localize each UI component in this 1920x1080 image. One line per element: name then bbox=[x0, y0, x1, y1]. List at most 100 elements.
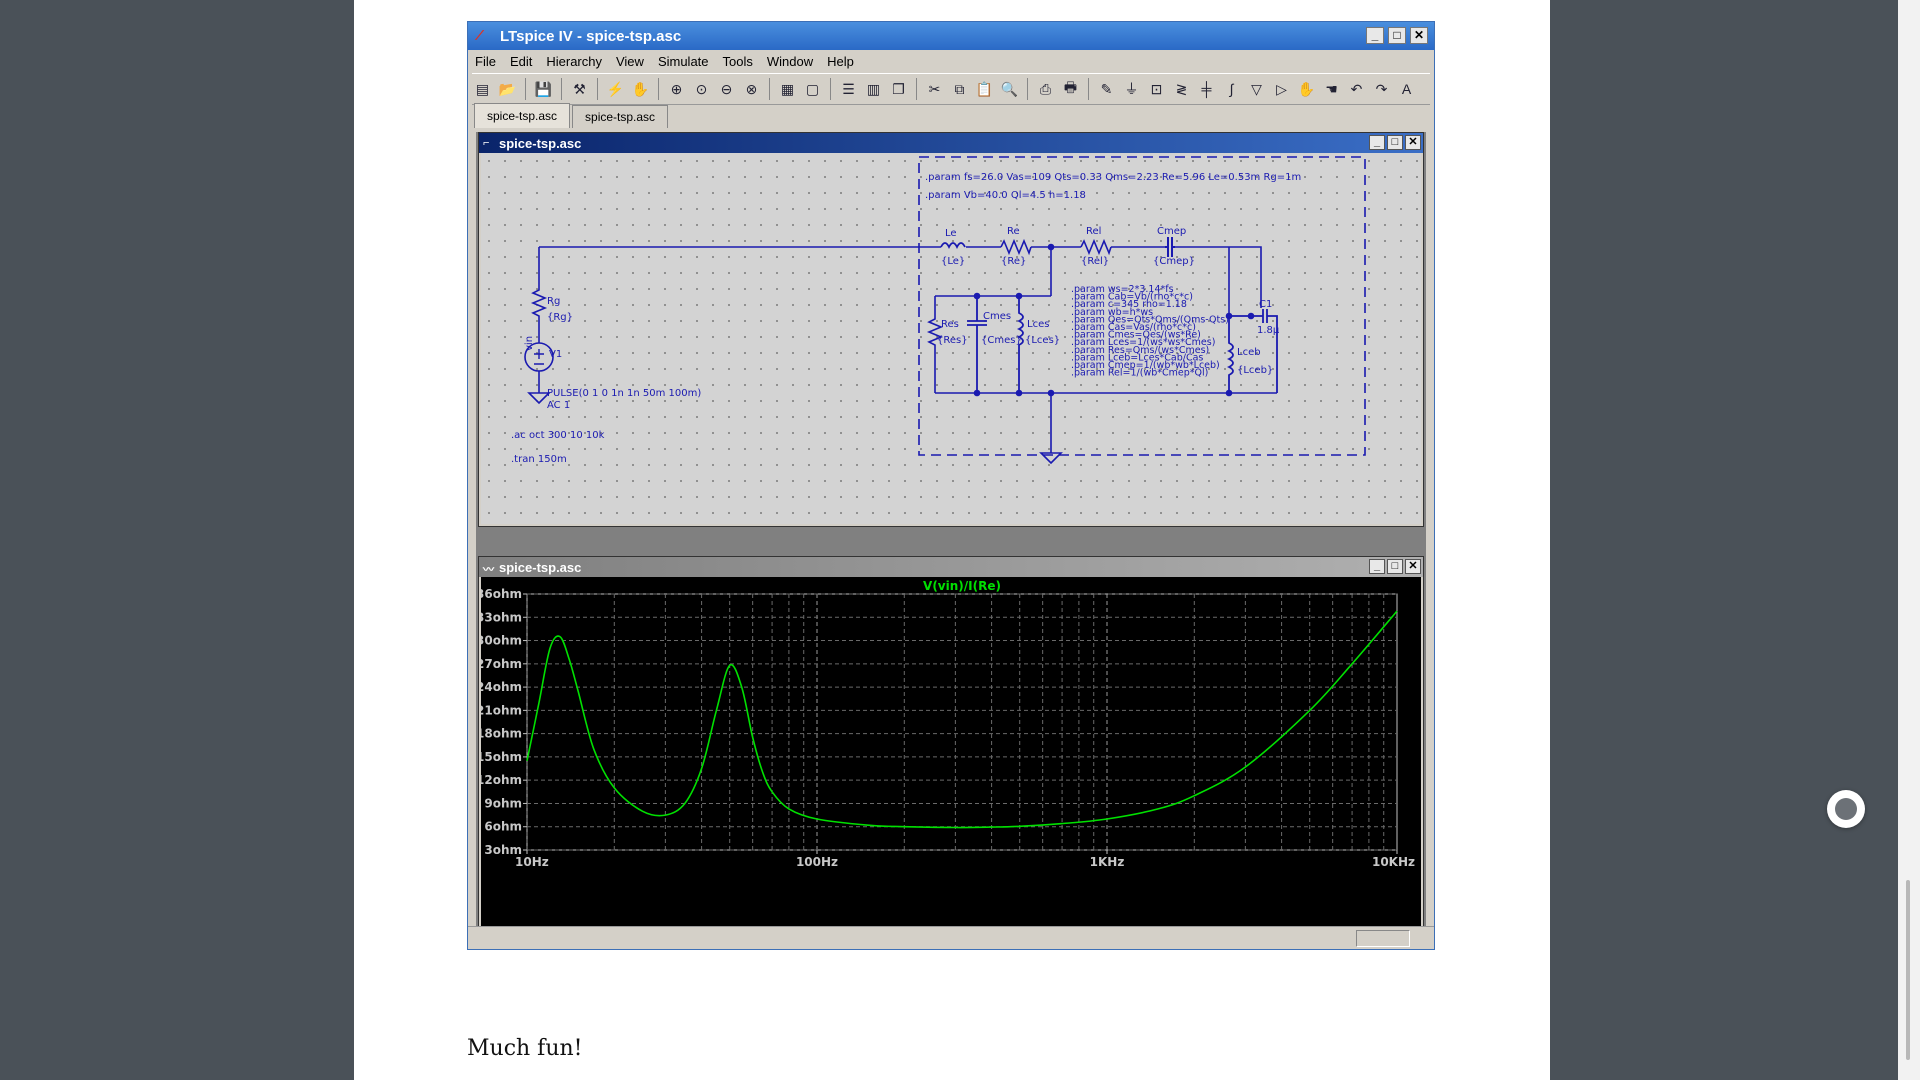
title-bar[interactable]: ⁄ LTspice IV - spice-tsp.asc _ □ ✕ bbox=[468, 22, 1434, 50]
menu-hierarchy[interactable]: Hierarchy bbox=[539, 54, 609, 69]
menu-file[interactable]: File bbox=[468, 54, 503, 69]
cmes-label: Cmes bbox=[983, 311, 1011, 322]
find-icon[interactable]: 🔍 bbox=[999, 79, 1020, 100]
param-line-2: .param Vb=40.0 Ql=4.5 h=1.18 bbox=[925, 190, 1086, 201]
junction-node bbox=[1015, 389, 1023, 397]
text-icon[interactable]: A bbox=[1396, 79, 1417, 100]
menu-simulate[interactable]: Simulate bbox=[651, 54, 716, 69]
y-tick-label: 21ohm bbox=[481, 703, 522, 717]
re-resistor bbox=[1000, 238, 1032, 256]
schematic-title-bar[interactable]: ⌐ spice-tsp.asc _ □ ✕ bbox=[479, 133, 1423, 153]
wire-icon[interactable]: ✎ bbox=[1096, 79, 1117, 100]
cut-icon[interactable]: ✂ bbox=[924, 79, 945, 100]
new-schematic-icon[interactable]: ▤ bbox=[472, 79, 493, 100]
browser-scrollbar[interactable] bbox=[1898, 0, 1920, 1080]
lceb-inductor bbox=[1226, 316, 1234, 393]
scrollbar-thumb[interactable] bbox=[1906, 880, 1910, 1060]
menu-bar: File Edit Hierarchy View Simulate Tools … bbox=[468, 50, 1434, 72]
paste-icon[interactable]: 📋 bbox=[974, 79, 995, 100]
res-label: Res bbox=[941, 319, 959, 330]
save-icon[interactable]: 💾 bbox=[533, 79, 554, 100]
impedance-trace bbox=[526, 610, 1398, 829]
schematic-window: ⌐ spice-tsp.asc _ □ ✕ .param fs=26.0 Vas… bbox=[478, 132, 1424, 527]
zoom-out-icon[interactable]: ⊖ bbox=[716, 79, 737, 100]
menu-help[interactable]: Help bbox=[820, 54, 861, 69]
menu-edit[interactable]: Edit bbox=[503, 54, 539, 69]
redo-icon[interactable]: ↷ bbox=[1371, 79, 1392, 100]
waveform-maximize-button[interactable]: □ bbox=[1387, 559, 1403, 574]
schematic-minimize-button[interactable]: _ bbox=[1369, 135, 1385, 150]
ground-icon[interactable]: ⏚ bbox=[1121, 79, 1142, 100]
evernote-clipper-icon[interactable] bbox=[1827, 790, 1865, 828]
close-button[interactable]: ✕ bbox=[1410, 27, 1428, 44]
pan-icon[interactable]: ⊙ bbox=[691, 79, 712, 100]
schematic-window-title: spice-tsp.asc bbox=[499, 135, 582, 151]
rel-label: Rel bbox=[1086, 226, 1101, 237]
inductor-icon[interactable]: ∫ bbox=[1221, 79, 1242, 100]
junction-node bbox=[1247, 312, 1255, 320]
c1-label: C1 bbox=[1259, 299, 1272, 310]
lces-label: Lces bbox=[1027, 319, 1049, 330]
trace-label[interactable]: V(vin)/I(Re) bbox=[923, 579, 1001, 593]
drag-icon[interactable]: ☚ bbox=[1321, 79, 1342, 100]
schematic-maximize-button[interactable]: □ bbox=[1387, 135, 1403, 150]
v1-ac-value: AC 1 bbox=[547, 400, 570, 411]
tile-horizontal-icon[interactable]: ☰ bbox=[838, 79, 859, 100]
print-preview-icon[interactable]: ⎙ bbox=[1035, 79, 1056, 100]
waveform-minimize-button[interactable]: _ bbox=[1369, 559, 1385, 574]
resistor-icon[interactable]: ≷ bbox=[1171, 79, 1192, 100]
plot-settings-icon[interactable]: ▢ bbox=[802, 79, 823, 100]
waveform-plot[interactable]: 36ohm 33ohm 30ohm 27ohm 24ohm 21ohm 18ohm 15ohm… bbox=[481, 577, 1421, 936]
schematic-canvas[interactable]: .param fs=26.0 Vas=109 Qts=0.33 Qms=2.23… bbox=[481, 153, 1421, 524]
ac-directive[interactable]: .ac oct 300 10 10k bbox=[511, 430, 605, 441]
capacitor-icon[interactable]: ╪ bbox=[1196, 79, 1217, 100]
waveform-close-button[interactable]: ✕ bbox=[1405, 559, 1421, 574]
open-icon[interactable]: 📂 bbox=[497, 79, 518, 100]
move-icon[interactable]: ✋ bbox=[1296, 79, 1317, 100]
schematic-close-button[interactable]: ✕ bbox=[1405, 135, 1421, 150]
toolbar: ▤ 📂 💾 ⚒ ⚡ ✋ ⊕ ⊙ ⊖ ⊗ ▦ ▢ ☰ ▥ ❐ ✂ ⧉ 📋 🔍 ⎙ … bbox=[472, 73, 1430, 105]
lceb-label: Lceb bbox=[1237, 347, 1261, 358]
halt-icon[interactable]: ✋ bbox=[630, 79, 651, 100]
diode-icon[interactable]: ▽ bbox=[1246, 79, 1267, 100]
re-label: Re bbox=[1007, 226, 1020, 237]
cascade-icon[interactable]: ❐ bbox=[888, 79, 909, 100]
param-block[interactable]: .param ws=2*3.14*fs.param Cab=Vb/(rho*c*… bbox=[1071, 284, 1229, 379]
y-tick-label: 9ohm bbox=[484, 796, 522, 810]
menu-window[interactable]: Window bbox=[760, 54, 820, 69]
x-tick-label: 100Hz bbox=[796, 855, 838, 869]
undo-icon[interactable]: ↶ bbox=[1346, 79, 1367, 100]
impedance-chart[interactable]: 36ohm 33ohm 30ohm 27ohm 24ohm 21ohm 18ohm 15ohm… bbox=[481, 577, 1421, 936]
tile-vertical-icon[interactable]: ▥ bbox=[863, 79, 884, 100]
res-value: {Res} bbox=[937, 335, 968, 346]
param-line-1: .param fs=26.0 Vas=109 Qts=0.33 Qms=2.23… bbox=[925, 172, 1301, 183]
zoom-in-icon[interactable]: ⊕ bbox=[666, 79, 687, 100]
menu-view[interactable]: View bbox=[609, 54, 651, 69]
tab-waveform[interactable]: spice-tsp.asc bbox=[572, 105, 669, 128]
control-panel-icon[interactable]: ⚒ bbox=[569, 79, 590, 100]
minimize-button[interactable]: _ bbox=[1366, 27, 1384, 44]
waveform-title-bar[interactable]: 〰 spice-tsp.asc _ □ ✕ bbox=[479, 557, 1423, 577]
component-icon[interactable]: ▷ bbox=[1271, 79, 1292, 100]
maximize-button[interactable]: □ bbox=[1388, 27, 1406, 44]
menu-tools[interactable]: Tools bbox=[716, 54, 760, 69]
label-net-icon[interactable]: ⊡ bbox=[1146, 79, 1167, 100]
y-tick-label: 12ohm bbox=[481, 773, 522, 787]
cmep-label: Cmep bbox=[1157, 226, 1186, 237]
x-tick-label: 10KHz bbox=[1372, 855, 1415, 869]
v1-pulse-value: PULSE(0 1 0 1n 1n 50m 100m) bbox=[547, 388, 701, 399]
tran-directive[interactable]: .tran 150m bbox=[511, 454, 567, 465]
rel-resistor bbox=[1080, 238, 1112, 256]
cmes-value: {Cmes} bbox=[981, 335, 1022, 346]
status-bar bbox=[468, 926, 1434, 949]
run-icon[interactable]: ⚡ bbox=[605, 79, 626, 100]
zoom-fit-icon[interactable]: ⊗ bbox=[741, 79, 762, 100]
print-icon[interactable]: 🖶 bbox=[1060, 79, 1081, 100]
mdi-area: ⌐ spice-tsp.asc _ □ ✕ .param fs=26.0 Vas… bbox=[476, 132, 1426, 939]
copy-icon[interactable]: ⧉ bbox=[949, 79, 970, 100]
vin-net-label: vin bbox=[524, 336, 535, 351]
y-tick-label: 6ohm bbox=[484, 820, 522, 834]
autorange-icon[interactable]: ▦ bbox=[777, 79, 798, 100]
tab-schematic[interactable]: spice-tsp.asc bbox=[474, 103, 571, 128]
le-inductor bbox=[940, 242, 966, 250]
